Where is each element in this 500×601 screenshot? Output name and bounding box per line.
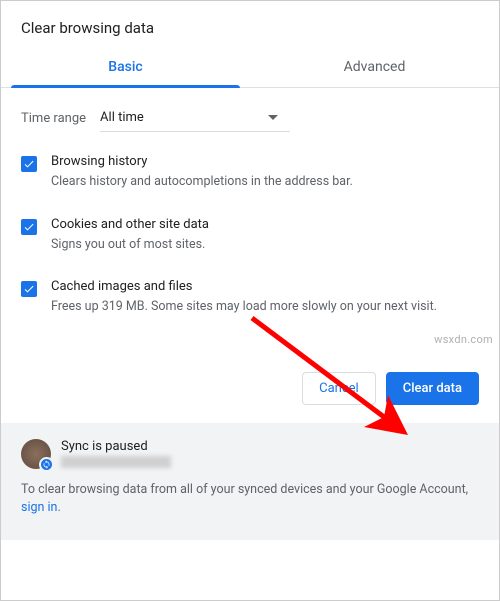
cancel-button[interactable]: Cancel bbox=[302, 372, 376, 405]
sync-status-label: Sync is paused bbox=[61, 439, 171, 454]
option-cookies: Cookies and other site data Signs you ou… bbox=[21, 217, 479, 254]
option-title: Browsing history bbox=[51, 154, 353, 169]
sync-paused-icon bbox=[39, 457, 54, 472]
dialog-content: Time range All time Browsing history Cle… bbox=[1, 88, 499, 350]
tab-advanced[interactable]: Advanced bbox=[250, 49, 499, 87]
time-range-label: Time range bbox=[21, 111, 86, 126]
option-title: Cached images and files bbox=[51, 279, 437, 294]
option-desc: Signs you out of most sites. bbox=[51, 236, 209, 254]
sync-status-row: Sync is paused bbox=[21, 439, 479, 469]
sync-account-email bbox=[61, 456, 171, 468]
option-text: Cookies and other site data Signs you ou… bbox=[51, 217, 209, 254]
option-desc: Clears history and autocompletions in th… bbox=[51, 173, 353, 191]
checkbox-browsing-history[interactable] bbox=[21, 156, 37, 172]
time-range-row: Time range All time bbox=[21, 104, 479, 132]
avatar bbox=[21, 439, 51, 469]
clear-data-button[interactable]: Clear data bbox=[386, 372, 479, 405]
tab-basic[interactable]: Basic bbox=[1, 49, 250, 87]
chevron-down-icon bbox=[268, 115, 278, 120]
dialog-actions: Cancel Clear data bbox=[1, 350, 499, 423]
tabs: Basic Advanced bbox=[1, 49, 499, 88]
check-icon bbox=[23, 221, 35, 233]
option-text: Browsing history Clears history and auto… bbox=[51, 154, 353, 191]
dialog-title: Clear browsing data bbox=[1, 1, 499, 49]
sync-icon bbox=[42, 460, 51, 469]
time-range-value: All time bbox=[100, 110, 144, 125]
sign-in-link[interactable]: sign in bbox=[21, 500, 57, 515]
watermark: wsxdn.com bbox=[434, 333, 493, 346]
option-browsing-history: Browsing history Clears history and auto… bbox=[21, 154, 479, 191]
option-cache: Cached images and files Frees up 319 MB.… bbox=[21, 279, 479, 316]
footer-message: To clear browsing data from all of your … bbox=[21, 481, 479, 519]
option-title: Cookies and other site data bbox=[51, 217, 209, 232]
footer-period: . bbox=[57, 500, 60, 515]
time-range-select[interactable]: All time bbox=[100, 104, 290, 132]
footer-message-text: To clear browsing data from all of your … bbox=[21, 482, 468, 497]
option-text: Cached images and files Frees up 319 MB.… bbox=[51, 279, 437, 316]
sync-text: Sync is paused bbox=[61, 439, 171, 468]
checkbox-cache[interactable] bbox=[21, 281, 37, 297]
checkbox-cookies[interactable] bbox=[21, 219, 37, 235]
check-icon bbox=[23, 283, 35, 295]
option-desc: Frees up 319 MB. Some sites may load mor… bbox=[51, 298, 437, 316]
dialog-footer: Sync is paused To clear browsing data fr… bbox=[1, 423, 499, 541]
check-icon bbox=[23, 158, 35, 170]
